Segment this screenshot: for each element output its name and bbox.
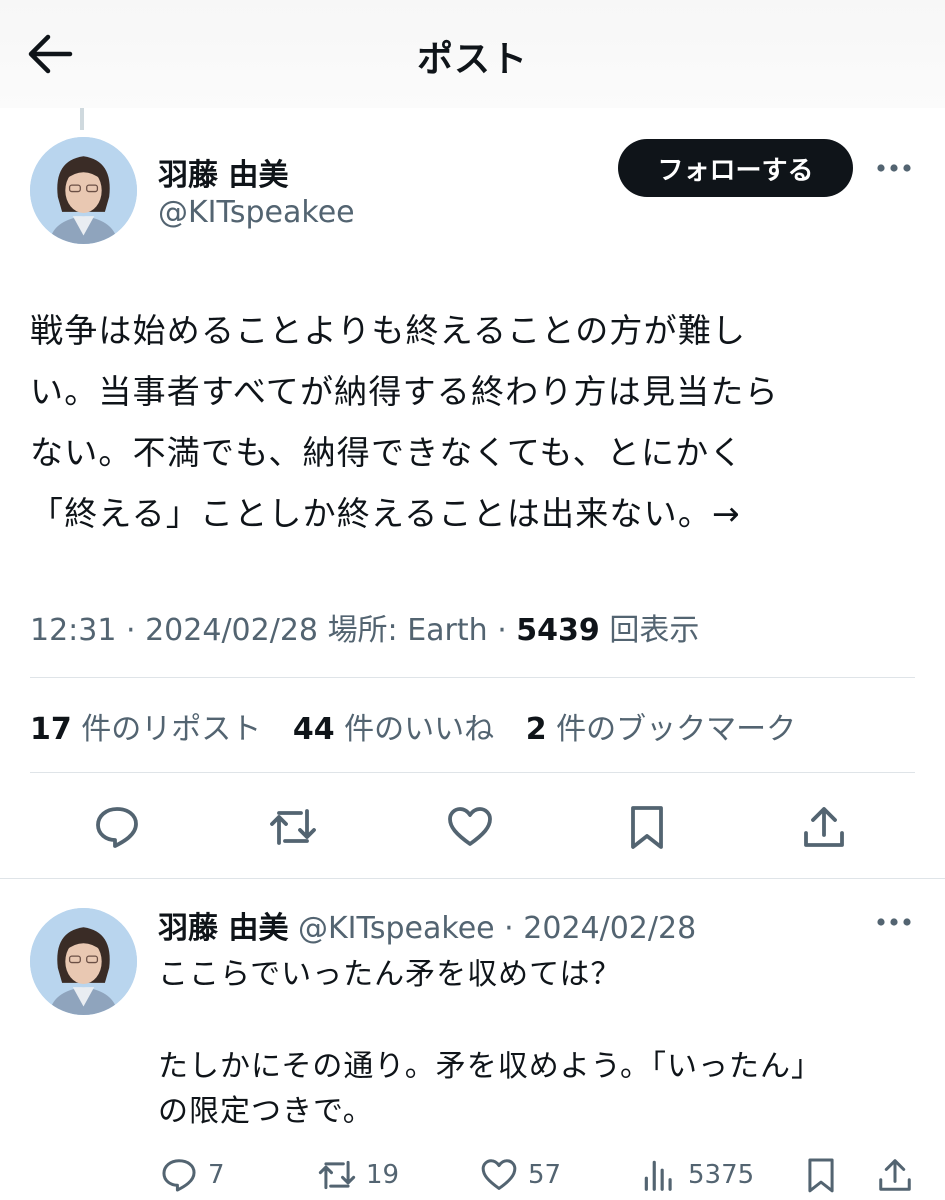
bookmarks-stat[interactable]: 2 件のブックマーク [526, 712, 796, 747]
reply-text: ここらでいったん矛を収めては？ [158, 952, 918, 997]
reply-text-line: たしかにその通り。矛を収めよう。「いったん」 [158, 1049, 822, 1084]
likes-stat[interactable]: 44 件のいいね [293, 712, 494, 747]
bookmark-icon [808, 1158, 834, 1193]
share-icon [879, 1159, 911, 1191]
like-count: 57 [528, 1160, 562, 1190]
views-label: 回表示 [609, 613, 700, 648]
reply-count: 7 [208, 1160, 225, 1190]
like-button[interactable] [446, 803, 494, 851]
avatar[interactable] [30, 908, 137, 1015]
post-location: 場所: Earth [327, 613, 488, 648]
reply-text: たしかにその通り。矛を収めよう。「いったん」 の限定つきで。 [158, 1044, 918, 1134]
views-count: 5375 [688, 1160, 755, 1190]
likes-count: 44 [292, 712, 335, 747]
views-count: 5439 [516, 613, 600, 648]
reply-icon [162, 1159, 196, 1192]
post-text-line: ない。不満でも、納得できなくても、とにかく [30, 433, 744, 472]
top-bar: ポスト [0, 0, 945, 108]
post-text-line: い。当事者すべてが納得する終わり方は見当たら [30, 372, 779, 411]
repost-icon [318, 1160, 356, 1190]
post-text: 戦争は始めることよりも終えることの方が難し い。当事者すべてが納得する終わり方は… [30, 300, 900, 544]
reply-views-button[interactable]: 5375 [640, 1155, 754, 1195]
page-title: ポスト [416, 39, 528, 80]
meta-separator: · [504, 911, 514, 946]
divider [30, 772, 915, 773]
bookmarks-count: 2 [525, 712, 547, 747]
reply-like-button[interactable]: 57 [480, 1155, 561, 1195]
reply-icon [96, 807, 138, 848]
post-time[interactable]: 12:31 [30, 613, 116, 648]
engagement-stats: 17 件のリポスト 44 件のいいね 2 件のブックマーク [30, 704, 818, 748]
reply-button[interactable] [93, 803, 141, 851]
reply-author-name[interactable]: 羽藤 由美 [158, 911, 288, 946]
post-date[interactable]: 2024/02/28 [145, 613, 318, 648]
reply-date[interactable]: 2024/02/28 [523, 911, 696, 946]
heart-icon [481, 1159, 517, 1190]
bookmark-button[interactable] [623, 803, 671, 851]
thread-connector [80, 108, 84, 130]
more-options-icon[interactable] [876, 917, 912, 927]
author-name[interactable]: 羽藤 由美 [158, 150, 288, 194]
likes-label: 件のいいね [344, 712, 495, 747]
meta-separator: · [497, 613, 517, 648]
reply-text-line: ここらでいったん矛を収めては？ [158, 957, 622, 992]
divider [30, 677, 915, 678]
reply-header: 羽藤 由美 @KITspeakee · 2024/02/28 [158, 903, 696, 947]
divider [0, 878, 945, 879]
avatar[interactable] [30, 137, 137, 244]
views-chart-icon [644, 1160, 672, 1191]
post-text-line: 戦争は始めることよりも終えることの方が難し [30, 311, 747, 350]
repost-icon [270, 809, 316, 845]
author-handle[interactable]: @KITspeakee [158, 195, 355, 230]
follow-button[interactable]: フォローする [618, 139, 853, 197]
post-text-line: 「終える」ことしか終えることは出来ない。→ [30, 494, 741, 533]
post-meta: 12:31 · 2024/02/28 場所: Earth · 5439 回表示 [30, 605, 699, 649]
meta-separator: · [126, 613, 146, 648]
repost-button[interactable] [269, 803, 317, 851]
repost-count: 19 [366, 1160, 400, 1190]
heart-icon [448, 807, 492, 846]
more-options-icon[interactable] [876, 163, 912, 173]
reposts-stat[interactable]: 17 件のリポスト [30, 712, 261, 747]
share-icon [804, 807, 844, 847]
reposts-count: 17 [30, 712, 72, 747]
reposts-label: 件のリポスト [81, 712, 262, 747]
profile-photo-icon [30, 908, 137, 1015]
share-button[interactable] [800, 803, 848, 851]
reply-bookmark-button[interactable] [802, 1155, 840, 1195]
reply-share-button[interactable] [876, 1155, 914, 1195]
profile-photo-icon [30, 137, 137, 244]
reply-text-line: の限定つきで。 [158, 1094, 374, 1129]
reply-repost-button[interactable]: 19 [318, 1155, 399, 1195]
bookmark-icon [631, 806, 663, 849]
reply-author-handle[interactable]: @KITspeakee [298, 911, 495, 946]
reply-reply-button[interactable]: 7 [160, 1155, 225, 1195]
bookmarks-label: 件のブックマーク [556, 712, 797, 747]
